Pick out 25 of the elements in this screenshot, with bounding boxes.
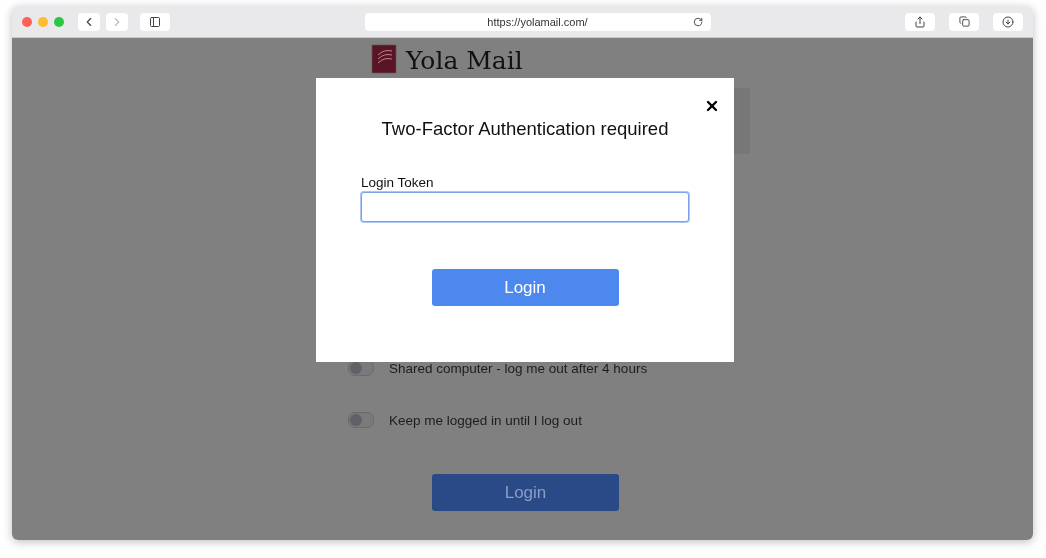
sidebar-icon: [149, 15, 161, 28]
sidebar-button[interactable]: [140, 12, 170, 31]
login-button[interactable]: Login: [432, 474, 619, 511]
close-button[interactable]: [704, 98, 720, 114]
share-button[interactable]: [905, 12, 935, 31]
option-label: Keep me logged in until I log out: [389, 412, 582, 428]
close-window-button[interactable]: [22, 16, 32, 27]
tabs-button[interactable]: [949, 12, 979, 31]
downloads-button[interactable]: [993, 12, 1023, 31]
tabs-icon: [958, 16, 970, 27]
download-icon: [1002, 15, 1014, 28]
option-label: Shared computer - log me out after 4 hours: [389, 360, 648, 376]
reload-icon[interactable]: [692, 16, 703, 27]
logo-text: Yola Mail: [406, 45, 523, 75]
back-button[interactable]: [78, 12, 100, 31]
zoom-window-button[interactable]: [54, 16, 64, 27]
toggle-switch[interactable]: [348, 412, 374, 428]
token-field[interactable]: [361, 192, 689, 222]
address-bar[interactable]: https://yolamail.com/: [364, 12, 711, 31]
login-button[interactable]: Login: [431, 269, 619, 306]
dialog-title: Two-Factor Authentication required: [381, 118, 669, 140]
stamp-icon: [370, 43, 400, 77]
close-icon: [704, 98, 720, 114]
field-label: Login Token: [361, 175, 434, 190]
share-icon: [914, 15, 926, 28]
